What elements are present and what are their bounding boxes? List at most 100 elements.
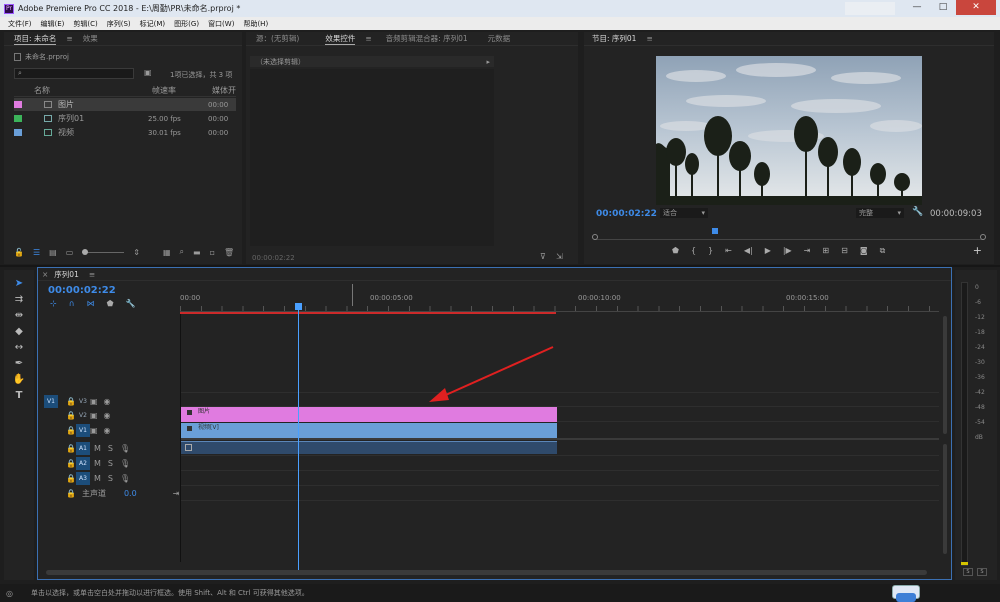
pen-tool-icon[interactable]: ✒ bbox=[15, 358, 23, 369]
new-bin-from-search-icon[interactable]: ▣ bbox=[144, 68, 152, 77]
new-item-icon[interactable]: ▫ bbox=[210, 248, 215, 257]
go-to-end-icon[interactable]: ⇥ bbox=[173, 489, 180, 498]
settings-wrench-icon[interactable]: 🔧 bbox=[912, 207, 923, 217]
fit-dropdown[interactable]: 适合 ▾ bbox=[660, 208, 708, 218]
solo-button[interactable]: S bbox=[108, 444, 113, 453]
project-item[interactable]: 视频 30.01 fps 00:00 bbox=[14, 126, 236, 139]
filter-icon[interactable]: ⊽ bbox=[540, 252, 546, 261]
track-name[interactable]: A3 bbox=[75, 471, 90, 485]
step-forward-icon[interactable]: |▶ bbox=[783, 246, 792, 256]
audio-clip[interactable] bbox=[181, 441, 557, 454]
ripple-edit-tool-icon[interactable]: ⇹ bbox=[15, 310, 23, 321]
eye-icon[interactable]: ◉ bbox=[104, 411, 111, 420]
project-item[interactable]: 序列01 25.00 fps 00:00 bbox=[14, 112, 236, 125]
lock-icon[interactable]: 🔓 bbox=[14, 248, 24, 257]
export-icon[interactable]: ⇲ bbox=[556, 252, 563, 261]
master-volume[interactable]: 0.0 bbox=[124, 489, 137, 498]
compare-icon[interactable]: ⧉ bbox=[880, 246, 886, 256]
source-patch-v1[interactable]: V1 bbox=[44, 394, 58, 408]
freeform-view-icon[interactable]: ▭ bbox=[66, 248, 74, 257]
solo-button[interactable]: S bbox=[977, 568, 987, 576]
tab-metadata[interactable]: 元数据 bbox=[488, 33, 511, 44]
tab-audio-clip-mixer[interactable]: 音频剪辑混合器: 序列01 bbox=[386, 33, 468, 44]
menu-window[interactable]: 窗口(W) bbox=[208, 19, 234, 29]
step-back-icon[interactable]: ◀| bbox=[744, 246, 753, 256]
film-icon[interactable]: ▣ bbox=[90, 426, 98, 435]
close-tab-icon[interactable]: × bbox=[42, 270, 48, 279]
tab-source[interactable]: 源：(无剪辑) bbox=[256, 33, 299, 44]
solo-button[interactable]: S bbox=[963, 568, 973, 576]
eye-icon[interactable]: ◉ bbox=[104, 426, 111, 435]
panel-menu-icon[interactable]: ≡ bbox=[89, 270, 95, 279]
program-timecode[interactable]: 00:00:02:22 bbox=[596, 209, 657, 219]
menu-help[interactable]: 帮助(H) bbox=[243, 19, 268, 29]
solo-button[interactable]: S bbox=[108, 459, 113, 468]
add-marker-icon[interactable]: ⬟ bbox=[672, 246, 679, 256]
lock-icon[interactable]: 🔒 bbox=[66, 459, 76, 468]
menu-clip[interactable]: 剪辑(C) bbox=[73, 19, 97, 29]
film-icon[interactable]: ▣ bbox=[90, 397, 98, 406]
nest-icon[interactable]: ⊹ bbox=[50, 299, 57, 308]
mic-icon[interactable]: 🎙 bbox=[120, 459, 130, 468]
lift-icon[interactable]: ⊞ bbox=[822, 246, 829, 256]
lock-icon[interactable]: 🔒 bbox=[66, 411, 76, 420]
go-to-out-icon[interactable]: ⇥ bbox=[804, 246, 811, 256]
quality-dropdown[interactable]: 完整 ▾ bbox=[856, 208, 904, 218]
track-name[interactable]: A1 bbox=[75, 441, 90, 455]
film-icon[interactable]: ▣ bbox=[90, 411, 98, 420]
time-ruler[interactable]: 00:00 00:00:05:00 00:00:10:00 00:00:15:0… bbox=[180, 284, 939, 314]
image-clip[interactable]: 图片 bbox=[181, 407, 557, 422]
tab-project[interactable]: 项目: 未命名 bbox=[14, 33, 57, 45]
lock-icon[interactable]: 🔒 bbox=[66, 426, 76, 435]
snap-magnet-icon[interactable]: ∩ bbox=[69, 299, 75, 308]
tab-sequence[interactable]: 序列01 bbox=[54, 269, 79, 280]
icon-view-icon[interactable]: ▤ bbox=[49, 248, 57, 257]
go-to-in-icon[interactable]: ⇤ bbox=[725, 246, 732, 256]
menu-graphics[interactable]: 图形(G) bbox=[174, 19, 199, 29]
ime-badge[interactable] bbox=[896, 593, 916, 602]
track-area[interactable]: 图片 视频[V] bbox=[180, 314, 939, 562]
column-fps[interactable]: 帧速率 bbox=[152, 85, 212, 96]
maximize-button[interactable]: □ bbox=[930, 0, 956, 15]
in-point-handle[interactable] bbox=[592, 234, 598, 240]
panel-menu-icon[interactable]: ≡ bbox=[646, 34, 652, 43]
vertical-scrollbar[interactable] bbox=[943, 316, 947, 434]
mic-icon[interactable]: 🎙 bbox=[120, 474, 130, 483]
linked-selection-icon[interactable]: ⋈ bbox=[87, 299, 95, 308]
out-point-handle[interactable] bbox=[980, 234, 986, 240]
lock-icon[interactable]: 🔒 bbox=[66, 444, 76, 453]
minimize-button[interactable]: — bbox=[904, 0, 930, 15]
tab-program[interactable]: 节目: 序列01 bbox=[592, 33, 636, 44]
menu-edit[interactable]: 编辑(E) bbox=[41, 19, 65, 29]
list-view-icon[interactable]: ☰ bbox=[33, 248, 40, 257]
trash-icon[interactable]: 🗑 bbox=[224, 248, 234, 257]
slip-tool-icon[interactable]: ↔ bbox=[15, 342, 23, 353]
lock-icon[interactable]: 🔒 bbox=[66, 397, 76, 406]
menu-sequence[interactable]: 序列(S) bbox=[107, 19, 131, 29]
playhead-marker[interactable] bbox=[712, 228, 718, 234]
track-name[interactable]: V2 bbox=[76, 409, 90, 422]
hand-tool-icon[interactable]: ✋ bbox=[13, 374, 25, 385]
mark-out-icon[interactable]: } bbox=[708, 246, 713, 256]
track-select-tool-icon[interactable]: ⇉ bbox=[15, 294, 23, 305]
mic-icon[interactable]: 🎙 bbox=[120, 444, 130, 453]
lock-icon[interactable]: 🔒 bbox=[66, 489, 76, 498]
mute-button[interactable]: M bbox=[94, 459, 101, 468]
track-name[interactable]: V1 bbox=[75, 423, 90, 437]
video-clip[interactable]: 视频[V] bbox=[181, 423, 557, 438]
column-media-start[interactable]: 媒体开 bbox=[212, 85, 236, 96]
track-name[interactable]: V3 bbox=[76, 395, 90, 408]
play-icon[interactable]: ▶ bbox=[765, 246, 771, 256]
tab-effects[interactable]: 效果 bbox=[83, 33, 98, 44]
export-frame-icon[interactable]: ◙ bbox=[860, 246, 868, 256]
new-bin-icon[interactable]: ▬ bbox=[193, 248, 201, 257]
eye-icon[interactable]: ◉ bbox=[104, 397, 111, 406]
timeline-settings-icon[interactable]: 🔧 bbox=[126, 299, 136, 308]
program-scrubber[interactable] bbox=[592, 228, 986, 240]
mute-button[interactable]: M bbox=[94, 444, 101, 453]
vertical-scrollbar[interactable] bbox=[943, 444, 947, 554]
close-button[interactable]: ✕ bbox=[956, 0, 996, 15]
search-input[interactable]: ⌕ bbox=[14, 68, 134, 79]
extract-icon[interactable]: ⊟ bbox=[841, 246, 848, 256]
sort-icon[interactable]: ⇕ bbox=[133, 248, 140, 257]
